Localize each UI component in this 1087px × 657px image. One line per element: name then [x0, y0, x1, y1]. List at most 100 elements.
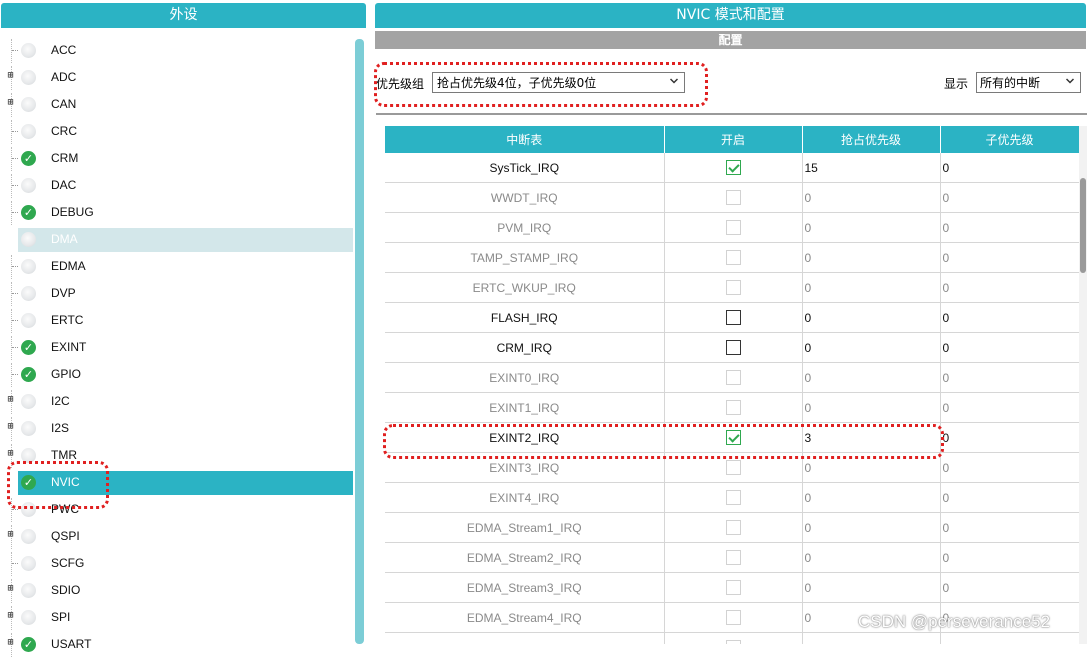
peripheral-item-i2s[interactable]: ⊞ I2S [0, 417, 353, 441]
peripheral-item-nvic[interactable]: ✓ NVIC [18, 471, 353, 495]
inactive-circle-icon [21, 232, 36, 247]
peripheral-scrollbar[interactable] [355, 39, 364, 644]
interrupt-row: EDMA_Stream2_IRQ 0 0 [385, 542, 1079, 573]
show-filter-label: 显示 [944, 77, 969, 91]
peripheral-item-dac[interactable]: DAC [0, 174, 353, 198]
peripheral-item-edma[interactable]: EDMA [0, 255, 353, 279]
interrupt-row [385, 632, 1079, 644]
expand-icon[interactable]: ⊞ [6, 584, 15, 594]
interrupt-name: EXINT1_IRQ [385, 392, 665, 423]
sub-priority-value: 0 [940, 272, 1079, 303]
chevron-down-icon [670, 78, 678, 84]
inactive-circle-icon [21, 286, 36, 301]
peripheral-label: CAN [51, 97, 77, 111]
interrupt-name: EDMA_Stream3_IRQ [385, 572, 665, 603]
sub-priority-value: 0 [940, 392, 1079, 423]
peripheral-item-ertc[interactable]: ERTC [0, 309, 353, 333]
enable-checkbox [725, 370, 741, 386]
enable-checkbox[interactable] [725, 340, 741, 356]
sub-priority-value[interactable]: 0 [940, 422, 1079, 453]
preempt-priority-value[interactable]: 0 [802, 302, 941, 333]
peripheral-item-debug[interactable]: ✓ DEBUG [0, 201, 353, 225]
interrupt-table: 中断表 开启 抢占优先级 子优先级 SysTick_IRQ 15 0 WWDT_IRQ… [385, 126, 1079, 644]
enable-cell [664, 422, 803, 453]
expand-icon[interactable]: ⊞ [6, 422, 15, 432]
enable-cell [664, 572, 803, 603]
peripheral-item-adc[interactable]: ⊞ ADC [0, 66, 353, 90]
check-circle-icon: ✓ [21, 637, 36, 652]
interrupt-name: EXINT0_IRQ [385, 362, 665, 393]
column-header-interrupt: 中断表 [385, 126, 665, 153]
enable-cell [664, 242, 803, 273]
show-filter-select[interactable]: 所有的中断 [976, 72, 1081, 93]
interrupt-name [385, 632, 665, 644]
enable-checkbox[interactable] [725, 160, 741, 176]
expand-icon[interactable]: ⊞ [6, 98, 15, 108]
preempt-priority-value[interactable]: 3 [802, 422, 941, 453]
peripheral-label: ACC [51, 43, 77, 57]
preempt-priority-value[interactable]: 0 [802, 332, 941, 363]
sub-priority-value[interactable]: 0 [940, 332, 1079, 363]
peripheral-item-qspi[interactable]: ⊞ QSPI [0, 525, 353, 549]
peripheral-item-sdio[interactable]: ⊞ SDIO [0, 579, 353, 603]
peripheral-item-tmr[interactable]: ⊞ TMR [0, 444, 353, 468]
peripheral-item-can[interactable]: ⊞ CAN [0, 93, 353, 117]
enable-cell [664, 542, 803, 573]
interrupt-name: EXINT2_IRQ [385, 422, 665, 453]
column-header-preempt-priority: 抢占优先级 [802, 126, 941, 153]
nvic-panel-title: NVIC 模式和配置 [375, 3, 1086, 28]
interrupt-table-container: 中断表 开启 抢占优先级 子优先级 SysTick_IRQ 15 0 WWDT_IRQ… [385, 126, 1079, 644]
tree-line [11, 282, 12, 306]
inactive-circle-icon [21, 610, 36, 625]
enable-checkbox [725, 640, 741, 644]
check-circle-icon: ✓ [21, 205, 36, 220]
peripheral-item-pwc[interactable]: PWC [0, 498, 353, 522]
peripheral-item-gpio[interactable]: ✓ GPIO [0, 363, 353, 387]
expand-icon[interactable]: ⊞ [6, 611, 15, 621]
enable-checkbox [725, 490, 741, 506]
inactive-circle-icon [21, 556, 36, 571]
peripheral-item-scfg[interactable]: SCFG [0, 552, 353, 576]
preempt-priority-value: 0 [802, 362, 941, 393]
peripheral-item-exint[interactable]: ✓ EXINT [0, 336, 353, 360]
inactive-circle-icon [21, 124, 36, 139]
enable-checkbox [725, 400, 741, 416]
peripheral-list: ACC ⊞ ADC ⊞ CAN CRC ✓ CRM DAC ✓ DEBUG DMA EDMA DVP ERT… [0, 36, 355, 657]
sub-priority-value: 0 [940, 182, 1079, 213]
peripheral-item-acc[interactable]: ACC [0, 39, 353, 63]
interrupt-row: FLASH_IRQ 0 0 [385, 302, 1079, 333]
peripheral-item-crm[interactable]: ✓ CRM [0, 147, 353, 171]
preempt-priority-value: 0 [802, 182, 941, 213]
peripheral-item-crc[interactable]: CRC [0, 120, 353, 144]
priority-group-select[interactable]: 抢占优先级4位，子优先级0位 [432, 72, 685, 93]
interrupt-row: EXINT4_IRQ 0 0 [385, 482, 1079, 513]
peripheral-label: CRC [51, 124, 77, 138]
chevron-down-icon [1066, 78, 1074, 84]
peripheral-item-usart[interactable]: ⊞ ✓ USART [0, 633, 353, 657]
preempt-priority-value[interactable]: 15 [802, 153, 941, 183]
sub-priority-value[interactable]: 0 [940, 153, 1079, 183]
peripheral-item-spi[interactable]: ⊞ SPI [0, 606, 353, 630]
tree-connector [12, 347, 18, 348]
tree-line [11, 120, 12, 144]
enable-checkbox [725, 580, 741, 596]
sub-priority-value[interactable]: 0 [940, 302, 1079, 333]
table-scrollbar-thumb[interactable] [1080, 178, 1086, 273]
column-header-sub-priority: 子优先级 [940, 126, 1079, 153]
preempt-priority-value: 0 [802, 572, 941, 603]
expand-icon[interactable]: ⊞ [6, 530, 15, 540]
peripheral-label: QSPI [51, 529, 80, 543]
inactive-circle-icon [21, 43, 36, 58]
inactive-circle-icon [21, 529, 36, 544]
peripheral-item-dma[interactable]: DMA [18, 228, 353, 252]
tree-connector [12, 158, 18, 159]
expand-icon[interactable]: ⊞ [6, 449, 15, 459]
tree-connector [12, 131, 18, 132]
peripheral-item-i2c[interactable]: ⊞ I2C [0, 390, 353, 414]
peripheral-item-dvp[interactable]: DVP [0, 282, 353, 306]
enable-checkbox[interactable] [725, 430, 741, 446]
interrupt-name: CRM_IRQ [385, 332, 665, 363]
expand-icon[interactable]: ⊞ [6, 71, 15, 81]
expand-icon[interactable]: ⊞ [6, 395, 15, 405]
enable-checkbox[interactable] [725, 310, 741, 326]
